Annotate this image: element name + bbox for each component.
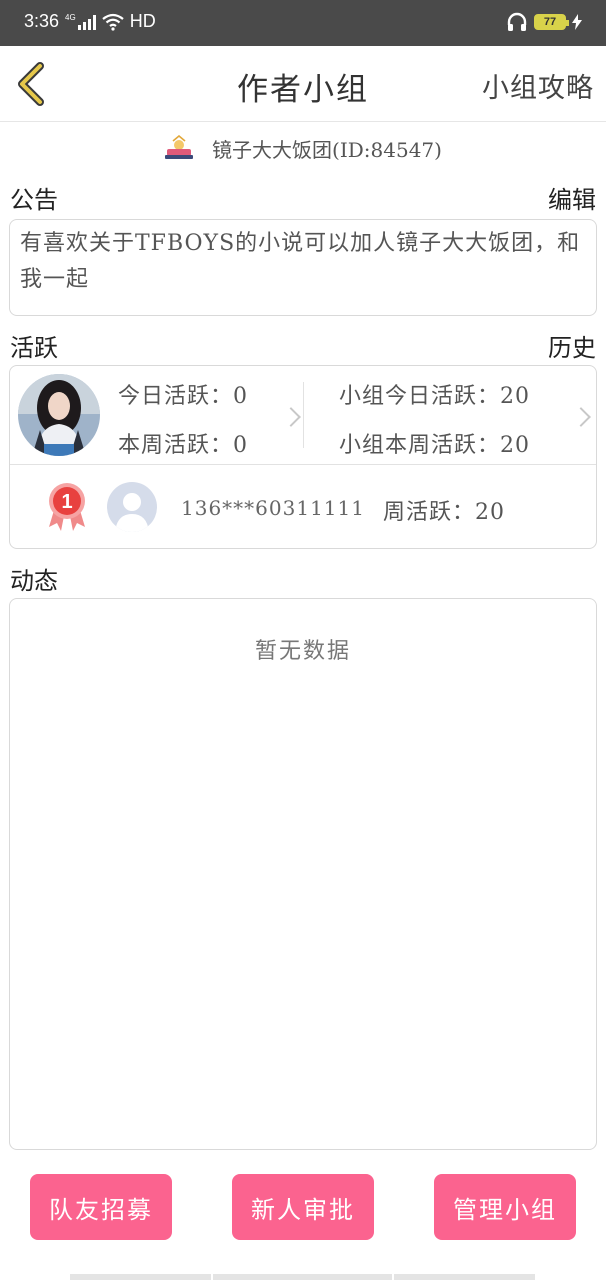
group-today-activity: 小组今日活跃：20	[339, 384, 530, 409]
divider	[10, 464, 596, 465]
group-crown-icon	[165, 135, 194, 159]
approve-newcomers-button[interactable]: 新人审批	[232, 1174, 374, 1240]
empty-state-text: 暂无数据	[254, 639, 351, 664]
feed-heading: 动态	[10, 567, 58, 595]
group-guide-link[interactable]: 小组攻略	[482, 66, 594, 105]
rank-weekly-activity: 周活跃：20	[383, 500, 505, 525]
divider	[303, 382, 304, 448]
network-type: 4G	[65, 12, 76, 22]
wifi-icon	[102, 13, 124, 31]
status-time: 3:36	[24, 11, 60, 31]
rank-medal-icon: 1	[45, 481, 89, 531]
feed-header: 动态	[10, 561, 596, 596]
my-today-activity: 今日活跃：0	[118, 384, 248, 409]
headphones-icon	[507, 12, 527, 31]
charging-icon	[572, 14, 582, 30]
notice-edit-button[interactable]: 编辑	[548, 180, 596, 215]
hd-indicator: HD	[129, 11, 156, 31]
activity-history-button[interactable]: 历史	[548, 328, 596, 363]
manage-group-button[interactable]: 管理小组	[434, 1174, 576, 1240]
system-nav-indicator	[394, 1274, 535, 1280]
rank-user-name: 136***60311111	[181, 496, 365, 520]
my-week-activity: 本周活跃：0	[118, 433, 248, 458]
chevron-right-icon[interactable]	[571, 407, 591, 427]
system-nav-indicator	[70, 1274, 211, 1280]
nav-bar: 作者小组 小组攻略	[0, 46, 606, 122]
avatar[interactable]	[18, 374, 100, 456]
chevron-right-icon[interactable]	[281, 407, 301, 427]
feed-box: 暂无数据	[9, 598, 597, 1150]
notice-header: 公告 编辑	[10, 180, 596, 215]
notice-box: 有喜欢关于TFBOYS的小说可以加人镜子大大饭团，和我一起	[9, 219, 597, 316]
group-info: 镜子大大饭团(ID:84547)	[0, 130, 606, 166]
group-name: 镜子大大饭团(ID:84547)	[212, 137, 442, 162]
battery-icon: 77	[534, 14, 569, 30]
user-avatar-placeholder[interactable]	[107, 482, 157, 532]
activity-header: 活跃 历史	[10, 328, 596, 363]
activity-heading: 活跃	[10, 334, 58, 362]
status-bar: 3:36 4G HD 77	[0, 0, 606, 46]
group-week-activity: 小组本周活跃：20	[339, 433, 530, 458]
rank-number: 1	[61, 491, 72, 513]
cell-signal-icon	[77, 14, 96, 30]
recruit-teammates-button[interactable]: 队友招募	[30, 1174, 172, 1240]
activity-card: 今日活跃：0 本周活跃：0 小组今日活跃：20 小组本周活跃：20 1 136*…	[9, 365, 597, 549]
notice-heading: 公告	[10, 186, 58, 214]
notice-text: 有喜欢关于TFBOYS的小说可以加人镜子大大饭团，和我一起	[20, 231, 581, 292]
system-nav-indicator	[213, 1274, 392, 1280]
